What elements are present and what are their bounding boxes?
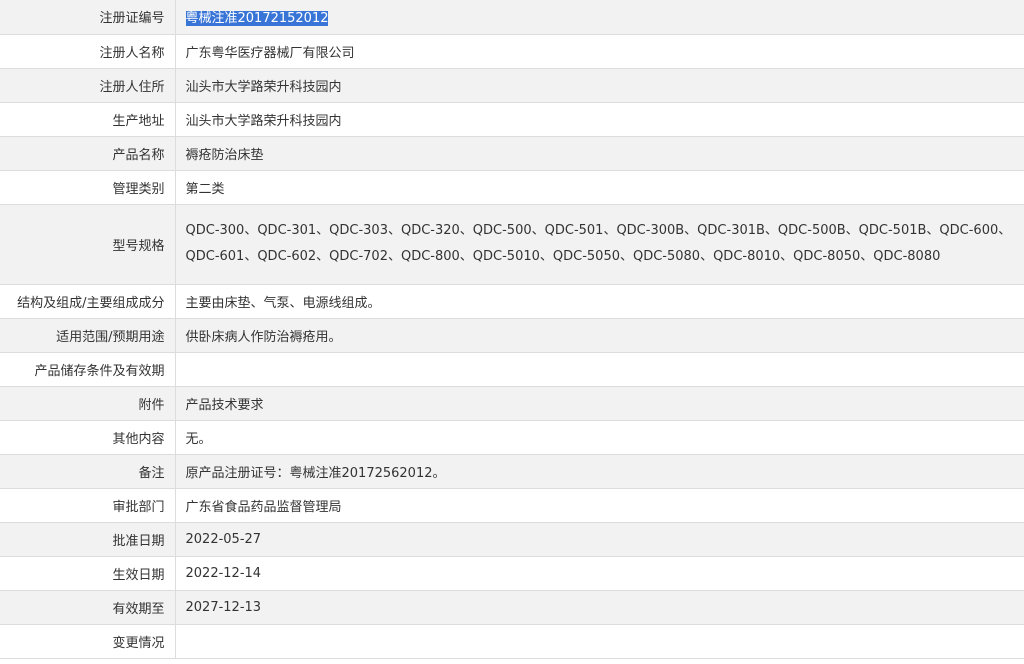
field-value: 汕头市大学路荣升科技园内 [175,102,1024,137]
field-value [175,352,1024,387]
registration-details-table: 注册证编号 粤械注准20172152012 注册人名称 广东粤华医疗器械厂有限公司 注册… [0,0,1024,659]
field-value: 产品技术要求 [175,386,1024,421]
field-value: 原产品注册证号：粤械注准20172562012。 [175,454,1024,489]
field-value: 供卧床病人作防治褥疮用。 [175,318,1024,353]
table-row: 批准日期 2022-05-27 [0,522,1024,557]
field-label: 产品储存条件及有效期 [0,352,176,387]
table-row: 有效期至 2027-12-13 [0,590,1024,625]
field-label: 有效期至 [0,590,176,625]
field-value: 2022-12-14 [175,556,1024,591]
table-row: 注册证编号 粤械注准20172152012 [0,0,1024,35]
field-label: 生效日期 [0,556,176,591]
selected-text[interactable]: 粤械注准20172152012 [185,11,329,27]
field-label: 批准日期 [0,522,176,557]
field-value: QDC-300、QDC-301、QDC-303、QDC-320、QDC-500、… [175,204,1024,285]
field-label: 生产地址 [0,102,176,137]
field-value: 2027-12-13 [175,590,1024,625]
field-label: 注册人名称 [0,34,176,69]
field-value: 汕头市大学路荣升科技园内 [175,68,1024,103]
table-row: 生产地址 汕头市大学路荣升科技园内 [0,102,1024,137]
field-value: 广东省食品药品监督管理局 [175,488,1024,523]
table-row: 产品名称 褥疮防治床垫 [0,136,1024,171]
field-value: 无。 [175,420,1024,455]
registration-details-body: 注册证编号 粤械注准20172152012 注册人名称 广东粤华医疗器械厂有限公司 注册… [0,0,1024,659]
field-value: 广东粤华医疗器械厂有限公司 [175,34,1024,69]
field-label: 管理类别 [0,170,176,205]
table-row: 管理类别 第二类 [0,170,1024,205]
field-label: 审批部门 [0,488,176,523]
table-row: 审批部门 广东省食品药品监督管理局 [0,488,1024,523]
field-label: 适用范围/预期用途 [0,318,176,353]
table-row: 产品储存条件及有效期 [0,352,1024,387]
field-label: 附件 [0,386,176,421]
field-label: 产品名称 [0,136,176,171]
field-value: 2022-05-27 [175,522,1024,557]
field-value: 褥疮防治床垫 [175,136,1024,171]
field-label: 型号规格 [0,204,176,285]
field-value: 第二类 [175,170,1024,205]
field-label: 注册证编号 [0,0,176,35]
table-row: 其他内容 无。 [0,420,1024,455]
field-label: 其他内容 [0,420,176,455]
table-row: 适用范围/预期用途 供卧床病人作防治褥疮用。 [0,318,1024,353]
field-value: 粤械注准20172152012 [175,0,1024,35]
table-row: 变更情况 [0,624,1024,659]
field-label: 变更情况 [0,624,176,659]
table-row: 附件 产品技术要求 [0,386,1024,421]
table-row: 结构及组成/主要组成成分 主要由床垫、气泵、电源线组成。 [0,284,1024,319]
table-row: 注册人名称 广东粤华医疗器械厂有限公司 [0,34,1024,69]
field-value: 主要由床垫、气泵、电源线组成。 [175,284,1024,319]
table-row: 生效日期 2022-12-14 [0,556,1024,591]
table-row: 注册人住所 汕头市大学路荣升科技园内 [0,68,1024,103]
field-label: 备注 [0,454,176,489]
field-value [175,624,1024,659]
field-label: 注册人住所 [0,68,176,103]
field-label: 结构及组成/主要组成成分 [0,284,176,319]
table-row: 备注 原产品注册证号：粤械注准20172562012。 [0,454,1024,489]
table-row: 型号规格 QDC-300、QDC-301、QDC-303、QDC-320、QDC-… [0,204,1024,285]
